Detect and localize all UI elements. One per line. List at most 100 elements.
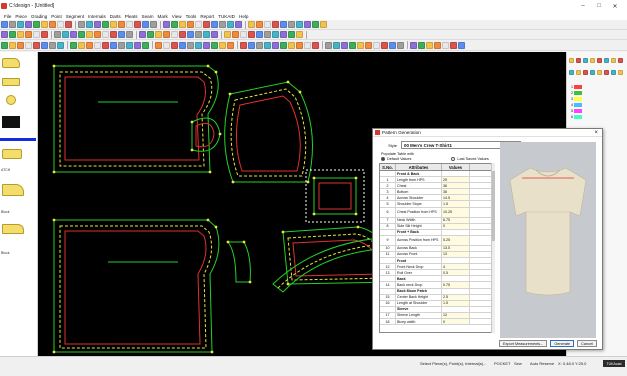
menu-report[interactable]: Report: [198, 14, 216, 19]
toolbar-tool-icon[interactable]: [147, 31, 154, 38]
menu-pleats[interactable]: Pleats: [123, 14, 140, 19]
layer-color-swatch[interactable]: [574, 108, 582, 113]
toolbar-tool-icon[interactable]: [9, 21, 16, 28]
toolbar-tool-icon[interactable]: [25, 41, 32, 49]
toolbar-tool-icon[interactable]: [325, 41, 332, 49]
grading-point[interactable]: [312, 212, 316, 216]
toolbar-tool-icon[interactable]: [235, 21, 242, 28]
toolbar-tool-icon[interactable]: [155, 31, 162, 38]
layer-tool-icon[interactable]: [597, 58, 602, 63]
toolbar-tool-icon[interactable]: [62, 31, 69, 38]
toolbar-tool-icon[interactable]: [41, 21, 48, 28]
toolbar-tool-icon[interactable]: [171, 31, 178, 38]
toolbar-tool-icon[interactable]: [33, 31, 40, 38]
toolbar-tool-icon[interactable]: [211, 41, 218, 49]
row-value[interactable]: [442, 288, 470, 294]
grading-point[interactable]: [281, 230, 285, 234]
toolbar-tool-icon[interactable]: [118, 41, 125, 49]
toolbar-tool-icon[interactable]: [248, 31, 255, 38]
layer-tool-icon[interactable]: [618, 58, 623, 63]
layer-row[interactable]: 3: [571, 96, 582, 101]
grading-point[interactable]: [354, 176, 358, 180]
row-value[interactable]: 2.5: [442, 294, 470, 300]
close-icon[interactable]: ✕: [611, 3, 619, 10]
piece-thumbnail[interactable]: [6, 95, 16, 105]
cancel-button[interactable]: Cancel: [577, 340, 597, 347]
toolbar-tool-icon[interactable]: [126, 41, 133, 49]
row-value[interactable]: 36: [442, 183, 470, 189]
row-value[interactable]: 25: [442, 177, 470, 183]
toolbar-tool-icon[interactable]: [78, 41, 85, 49]
layer-color-swatch[interactable]: [574, 114, 582, 119]
toolbar-tool-icon[interactable]: [86, 21, 93, 28]
menu-grading[interactable]: Grading: [29, 14, 49, 19]
layer-tool-icon[interactable]: [590, 69, 595, 75]
grading-point[interactable]: [190, 148, 194, 152]
row-value[interactable]: 13.5: [442, 245, 470, 251]
row-value[interactable]: [442, 171, 470, 177]
toolbar-tool-icon[interactable]: [296, 31, 303, 38]
layer-row[interactable]: 1: [571, 84, 582, 89]
row-value[interactable]: 10.25: [442, 207, 470, 217]
piece-thumbnail[interactable]: [2, 184, 24, 196]
piece-thumbnail[interactable]: [2, 149, 22, 159]
minimize-icon[interactable]: –: [579, 3, 587, 10]
toolbar-tool-icon[interactable]: [365, 41, 372, 49]
toolbar-tool-icon[interactable]: [187, 31, 194, 38]
toolbar-tool-icon[interactable]: [248, 21, 255, 28]
toolbar-tool-icon[interactable]: [70, 31, 77, 38]
row-value[interactable]: 12: [442, 312, 470, 318]
toolbar-tool-icon[interactable]: [171, 41, 178, 49]
toolbar-tool-icon[interactable]: [296, 21, 303, 28]
toolbar-tool-icon[interactable]: [203, 41, 210, 49]
grading-point[interactable]: [286, 282, 290, 286]
toolbar-tool-icon[interactable]: [9, 41, 16, 49]
toolbar-tool-icon[interactable]: [272, 41, 279, 49]
grading-point[interactable]: [52, 170, 56, 174]
toolbar-tool-icon[interactable]: [110, 21, 117, 28]
toolbar-tool-icon[interactable]: [410, 41, 417, 49]
layer-tool-icon[interactable]: [604, 58, 609, 63]
toolbar-tool-icon[interactable]: [434, 41, 441, 49]
toolbar-tool-icon[interactable]: [118, 31, 125, 38]
row-value[interactable]: 1.5: [442, 300, 470, 306]
close-icon[interactable]: ×: [594, 130, 598, 136]
row-value[interactable]: 0.75: [442, 282, 470, 288]
toolbar-tool-icon[interactable]: [110, 31, 117, 38]
toolbar-tool-icon[interactable]: [102, 31, 109, 38]
menu-piece[interactable]: Piece: [13, 14, 29, 19]
toolbar-tool-icon[interactable]: [341, 41, 348, 49]
toolbar-tool-icon[interactable]: [312, 21, 319, 28]
grading-point[interactable]: [206, 64, 210, 68]
toolbar-tool-icon[interactable]: [78, 21, 85, 28]
toolbar-tool-icon[interactable]: [248, 41, 255, 49]
toolbar-tool-icon[interactable]: [163, 31, 170, 38]
toolbar-tool-icon[interactable]: [57, 21, 64, 28]
layer-color-swatch[interactable]: [574, 102, 582, 107]
toolbar-tool-icon[interactable]: [94, 21, 101, 28]
grading-point[interactable]: [190, 120, 194, 124]
piece-thumbnail[interactable]: [2, 58, 20, 68]
toolbar-tool-icon[interactable]: [450, 41, 457, 49]
menu-darts[interactable]: Darts: [108, 14, 123, 19]
grading-point[interactable]: [52, 64, 56, 68]
toolbar-tool-icon[interactable]: [33, 21, 40, 28]
maximize-icon[interactable]: □: [595, 3, 603, 10]
toolbar-tool-icon[interactable]: [41, 31, 48, 38]
grading-point[interactable]: [312, 176, 316, 180]
row-value[interactable]: [442, 258, 470, 264]
toolbar-tool-icon[interactable]: [312, 41, 319, 49]
toolbar-tool-icon[interactable]: [1, 31, 8, 38]
piece-thumbnail[interactable]: [2, 78, 20, 86]
toolbar-tool-icon[interactable]: [102, 41, 109, 49]
toolbar-tool-icon[interactable]: [142, 41, 149, 49]
layer-row[interactable]: 6: [571, 114, 582, 119]
toolbar-tool-icon[interactable]: [304, 41, 311, 49]
layer-tool-icon[interactable]: [569, 69, 574, 75]
toolbar-tool-icon[interactable]: [458, 41, 465, 49]
toolbar-tool-icon[interactable]: [102, 21, 109, 28]
toolbar-tool-icon[interactable]: [1, 41, 8, 49]
toolbar-tool-icon[interactable]: [134, 41, 141, 49]
row-value[interactable]: 1.5: [442, 201, 470, 207]
menu-file[interactable]: File: [2, 14, 13, 19]
